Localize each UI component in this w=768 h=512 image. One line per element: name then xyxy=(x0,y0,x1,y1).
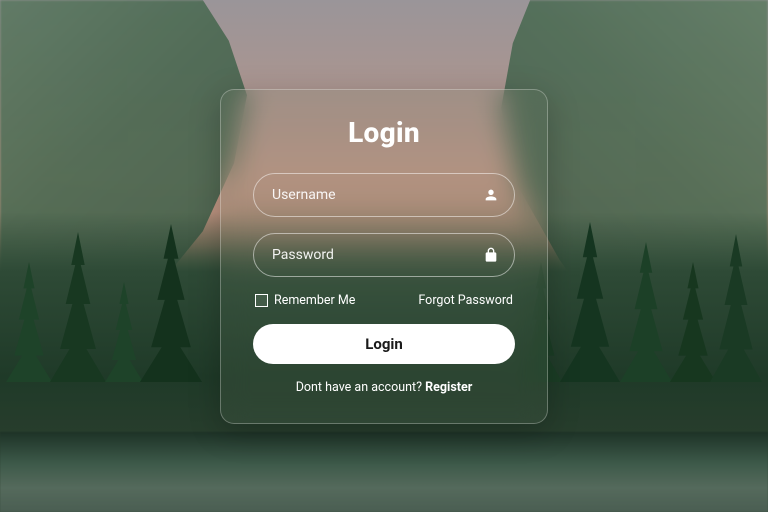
remember-me-label: Remember Me xyxy=(274,293,355,308)
user-icon xyxy=(483,187,499,203)
login-title: Login xyxy=(253,116,515,149)
remember-me-checkbox[interactable]: Remember Me xyxy=(255,293,355,308)
login-button[interactable]: Login xyxy=(253,324,515,364)
forgot-password-link[interactable]: Forgot Password xyxy=(418,293,513,308)
register-link[interactable]: Register xyxy=(425,380,472,395)
username-input[interactable] xyxy=(253,173,515,217)
checkbox-icon xyxy=(255,294,268,307)
login-card: Login Remember Me Forgot Password Login … xyxy=(220,89,548,424)
options-row: Remember Me Forgot Password xyxy=(255,293,513,308)
password-field-wrap xyxy=(253,233,515,277)
username-field-wrap xyxy=(253,173,515,217)
register-prompt: Dont have an account? xyxy=(296,380,425,395)
register-row: Dont have an account? Register xyxy=(253,380,515,395)
password-input[interactable] xyxy=(253,233,515,277)
lock-icon xyxy=(483,247,499,263)
